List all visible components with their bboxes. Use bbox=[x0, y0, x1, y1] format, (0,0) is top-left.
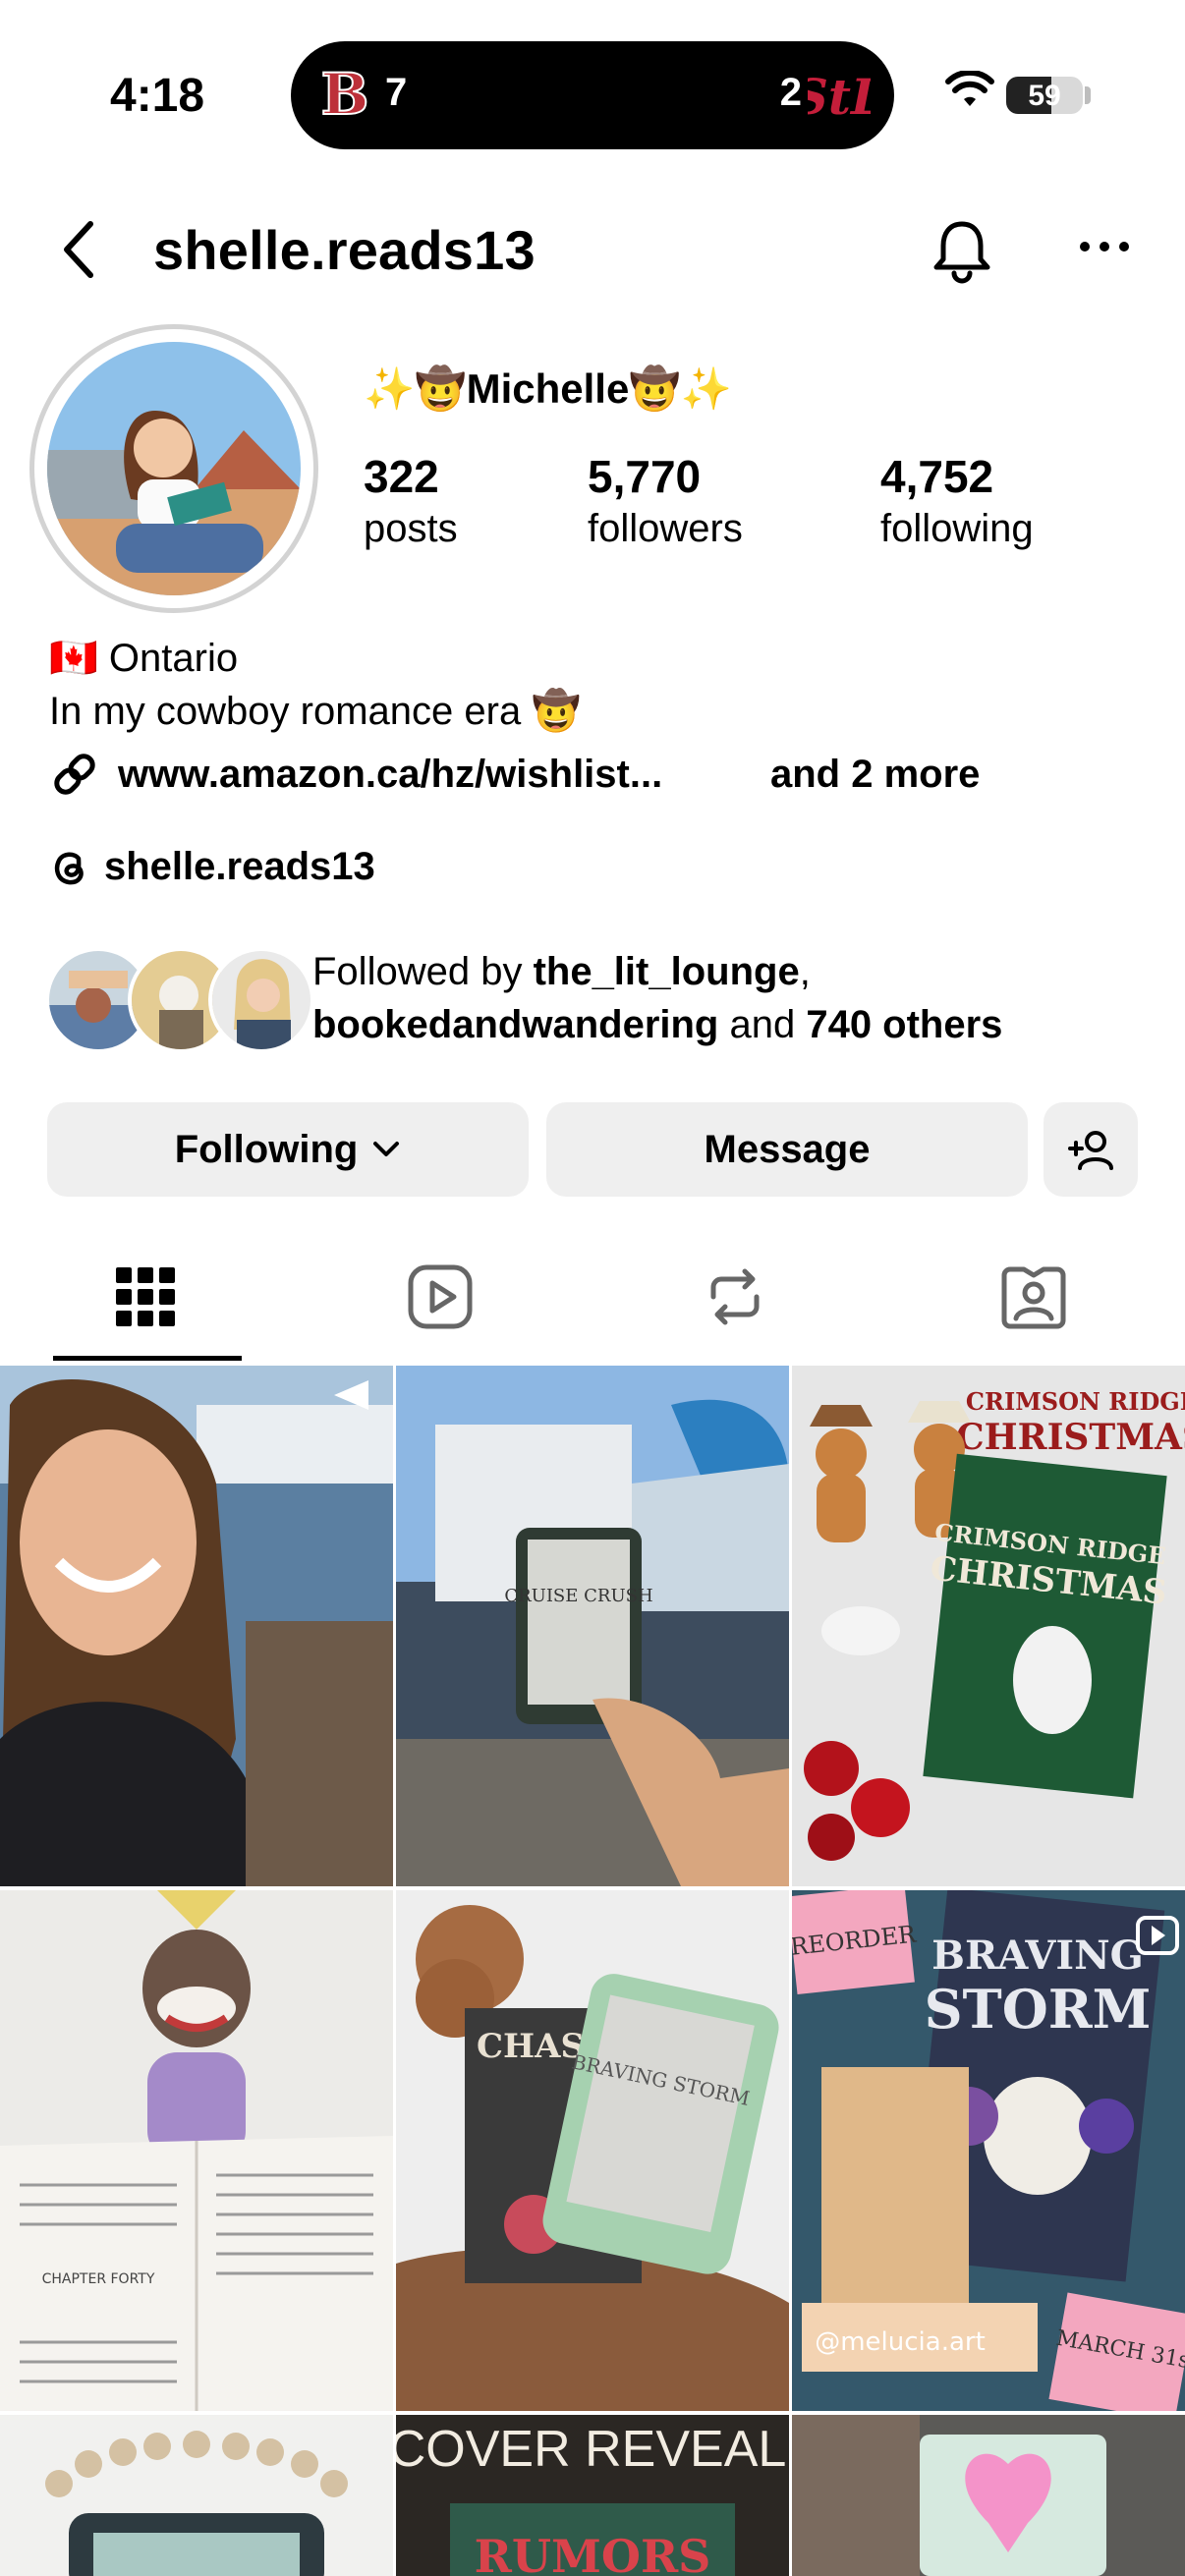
posts-label[interactable]: posts bbox=[364, 507, 458, 551]
away-score: 2 bbox=[779, 71, 802, 114]
braving-big-line1: BRAVING bbox=[931, 1932, 1144, 1979]
display-name: ✨🤠Michelle🤠✨ bbox=[364, 365, 732, 412]
followed-by-text[interactable]: Followed by the_lit_lounge, bookedandwan… bbox=[312, 945, 1002, 1051]
grid-posts-tab-icon[interactable] bbox=[110, 1261, 181, 1332]
following-button[interactable]: Following bbox=[47, 1102, 529, 1197]
tagged-tab-icon[interactable] bbox=[998, 1261, 1069, 1332]
mutual-user-1[interactable]: the_lit_lounge bbox=[534, 950, 800, 993]
threads-icon bbox=[54, 852, 84, 885]
followers-count[interactable]: 5,770 bbox=[588, 450, 701, 503]
following-label[interactable]: following bbox=[880, 507, 1034, 551]
bio-line: In my cowboy romance era 🤠 bbox=[49, 690, 582, 733]
following-button-label: Following bbox=[174, 1127, 359, 1171]
followed-by-comma: , bbox=[799, 950, 811, 993]
mutual-user-2[interactable]: bookedandwandering bbox=[312, 1003, 718, 1046]
followed-by-and: and bbox=[718, 1003, 807, 1046]
following-count[interactable]: 4,752 bbox=[880, 450, 993, 503]
active-tab-indicator bbox=[53, 1356, 242, 1361]
cardinals-logo-icon: StL bbox=[808, 68, 871, 126]
status-time: 4:18 bbox=[110, 70, 205, 122]
battery-cap bbox=[1085, 86, 1091, 104]
post-tile-cover-reveal[interactable]: COVER REVEAL RUMORS bbox=[396, 2415, 789, 2576]
post-tile-crimson-ridge[interactable]: CRIMSON RIDGE CHRISTMAS CRIMSON RIDGE CH… bbox=[792, 1366, 1185, 1886]
post-tile-cruise[interactable]: CRUISE CRUSH bbox=[396, 1366, 789, 1886]
add-person-icon bbox=[1068, 1131, 1113, 1170]
svg-text:StL: StL bbox=[808, 68, 871, 126]
message-button[interactable]: Message bbox=[546, 1102, 1028, 1197]
svg-text:B: B bbox=[320, 61, 368, 124]
mutual-avatar-3[interactable] bbox=[208, 947, 314, 1053]
reels-tab-icon[interactable] bbox=[405, 1261, 476, 1332]
crimson-top-title-line1: CRIMSON RIDGE bbox=[966, 1387, 1185, 1416]
cover-reveal-text: COVER REVEAL bbox=[396, 2421, 786, 2478]
threads-handle[interactable]: shelle.reads13 bbox=[104, 845, 375, 889]
link-icon bbox=[54, 754, 95, 795]
posts-count[interactable]: 322 bbox=[364, 450, 439, 503]
message-button-label: Message bbox=[704, 1127, 871, 1171]
followers-label[interactable]: followers bbox=[588, 507, 743, 551]
battery-icon: 59 bbox=[1006, 77, 1083, 114]
suggest-people-button[interactable] bbox=[1044, 1102, 1138, 1197]
post-tile-braving-storm[interactable]: PREORDER BRAVING STORM @melucia.art MARC… bbox=[792, 1890, 1185, 2411]
profile-username: shelle.reads13 bbox=[153, 219, 536, 281]
braving-big-line2: STORM bbox=[925, 1978, 1152, 2041]
post-tile-sock-monkey[interactable]: CHAPTER FORTY bbox=[0, 1890, 393, 2411]
bio-link-more[interactable]: and 2 more bbox=[770, 753, 980, 797]
chevron-down-icon bbox=[373, 1142, 400, 1156]
post-tile-heart[interactable] bbox=[792, 2415, 1185, 2576]
bio-location: 🇨🇦 Ontario bbox=[49, 637, 239, 680]
followed-by-prefix: Followed by bbox=[312, 950, 534, 993]
wifi-icon bbox=[945, 71, 994, 106]
post-tile-selfie[interactable] bbox=[0, 1366, 393, 1886]
post-tile-chase-wild[interactable]: CHASE BRAVING STORM bbox=[396, 1890, 789, 2411]
crimson-top-title-line2: CHRISTMAS bbox=[956, 1417, 1185, 1458]
battery-percent: 59 bbox=[1028, 80, 1061, 112]
avatar[interactable] bbox=[47, 342, 301, 595]
bio-link-text[interactable]: www.amazon.ca/hz/wishlist... bbox=[118, 753, 662, 797]
rumors-text: RUMORS bbox=[475, 2530, 711, 2576]
home-score: 7 bbox=[385, 71, 408, 114]
back-arrow-icon[interactable] bbox=[57, 218, 102, 281]
red-sox-logo-icon: B bbox=[319, 61, 369, 124]
notification-bell-icon[interactable] bbox=[928, 216, 996, 285]
mutual-others[interactable]: 740 others bbox=[806, 1003, 1002, 1046]
chapter-label: CHAPTER FORTY bbox=[42, 2271, 155, 2287]
melucia-credit: @melucia.art bbox=[815, 2327, 986, 2357]
dynamic-island-score[interactable]: B 7 2 StL bbox=[291, 41, 894, 149]
reposts-tab-icon[interactable] bbox=[700, 1261, 770, 1332]
cruise-crush-title: CRUISE CRUSH bbox=[504, 1586, 652, 1606]
more-options-icon[interactable] bbox=[1077, 232, 1132, 261]
post-tile-beads[interactable] bbox=[0, 2415, 393, 2576]
